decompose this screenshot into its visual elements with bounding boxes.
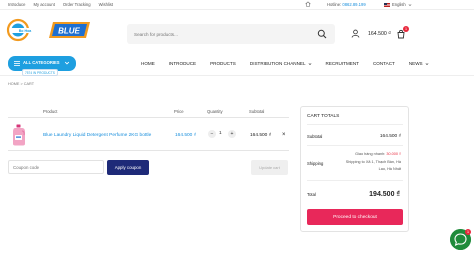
- logo-text-right: BLUE: [58, 27, 80, 36]
- table-divider: [8, 117, 289, 118]
- top-link-my-account[interactable]: My account: [33, 2, 54, 7]
- search-bar: [127, 24, 335, 44]
- top-link-order-tracking[interactable]: Order Tracking: [63, 2, 91, 7]
- nav-item-products[interactable]: PRODUCTS: [210, 61, 236, 66]
- language-selector[interactable]: English: [384, 2, 412, 7]
- hotline-number[interactable]: 0862.89.199: [342, 2, 365, 7]
- product-thumbnail[interactable]: [12, 124, 26, 146]
- table-divider: [8, 150, 289, 151]
- product-price: 164.500 ₫: [175, 133, 197, 138]
- breadcrumb-home[interactable]: HOME: [8, 82, 19, 86]
- divider: [307, 180, 403, 181]
- hotline: Hotline: 0862.89.199: [327, 2, 366, 7]
- header-cart-total[interactable]: 164.500 ₫: [368, 31, 391, 37]
- shipping-address-line-2: Lao, Hà Nhất: [378, 167, 401, 171]
- hotline-label: Hotline:: [327, 2, 342, 7]
- nav-item-distribution-channel[interactable]: DISTRIBUTION CHANNEL: [250, 61, 312, 66]
- breadcrumb: HOME > CART: [8, 82, 34, 86]
- top-bar: Introduce My account Order Tracking Wish…: [0, 0, 474, 10]
- top-links: Introduce My account Order Tracking Wish…: [8, 2, 113, 7]
- search-input[interactable]: [134, 29, 304, 39]
- col-header-quantity: Quantity: [207, 109, 223, 114]
- top-link-introduce[interactable]: Introduce: [8, 2, 25, 7]
- site-logo[interactable]: Bo Hoa BLUE: [6, 18, 92, 42]
- nav-item-label: CONTACT: [372, 61, 395, 66]
- user-icon[interactable]: [351, 29, 360, 38]
- breadcrumb-current: CART: [23, 82, 35, 86]
- update-cart-button[interactable]: Update cart: [251, 160, 288, 175]
- divider: [307, 124, 403, 125]
- nav-item-home[interactable]: HOME: [141, 61, 155, 66]
- chat-unread-badge: 1: [465, 229, 471, 235]
- breadcrumb-separator: >: [20, 82, 23, 86]
- proceed-to-checkout-button[interactable]: Proceed to checkout: [307, 209, 403, 225]
- product-name-link[interactable]: Blue Laundry Liquid Detergent Perfume 2K…: [43, 133, 151, 138]
- remove-item-button[interactable]: ×: [282, 132, 286, 138]
- coupon-code-input[interactable]: [8, 160, 104, 174]
- nav-item-label: RECRUITMENT: [325, 61, 359, 66]
- nav-item-label: INTRODUCE: [168, 61, 197, 66]
- menu-icon: [14, 61, 20, 66]
- logo-text-left: Bo Hoa: [19, 29, 33, 33]
- total-label: Total: [307, 192, 316, 197]
- language-label: English: [392, 2, 406, 7]
- main-menu: HOME INTRODUCE PRODUCTS DISTRIBUTION CHA…: [141, 61, 429, 66]
- nav-item-introduce[interactable]: INTRODUCE: [169, 61, 196, 66]
- product-subtotal: 164.500 ₫: [250, 133, 272, 138]
- cart-totals-panel: CART TOTALS Subtotal 164.500 ₫ Shipping …: [300, 106, 409, 232]
- nav-item-recruitment[interactable]: RECRUITMENT: [326, 61, 359, 66]
- col-header-price: Price: [174, 109, 184, 114]
- subtotal-value: 164.500 ₫: [379, 134, 401, 139]
- quantity-value[interactable]: 1: [219, 131, 222, 136]
- all-categories-label: ALL CATEGORIES: [23, 60, 60, 65]
- nav-item-label: HOME: [141, 61, 155, 66]
- quantity-stepper: − 1 +: [207, 129, 237, 140]
- nav-item-news[interactable]: NEWS: [409, 61, 429, 66]
- nav-item-label: DISTRIBUTION CHANNEL: [249, 61, 306, 66]
- product-count-badge: 7574 IN PRODUCTS: [22, 69, 58, 76]
- shipping-address-line-1: Shipping to Xã 1, Thạch Bàn, Hà: [345, 160, 401, 164]
- chevron-down-icon: [408, 3, 412, 6]
- shipping-label: Shipping: [307, 161, 324, 166]
- search-icon[interactable]: [317, 29, 327, 39]
- cart-totals-title: CART TOTALS: [307, 114, 340, 119]
- nav-item-contact[interactable]: CONTACT: [373, 61, 395, 66]
- cart-count-badge: 1: [403, 26, 409, 32]
- col-header-subtotal: Subtotal: [249, 109, 265, 114]
- chevron-down-icon: [308, 62, 311, 65]
- nav-item-label: NEWS: [408, 61, 423, 66]
- chevron-down-icon: [64, 61, 70, 65]
- shipping-method-label: Giao hàng nhanh:: [355, 152, 386, 156]
- subtotal-label: Subtotal: [307, 134, 323, 139]
- shipping-cost: 30.000 ₫: [386, 152, 401, 156]
- divider: [307, 145, 403, 146]
- chevron-down-icon: [425, 62, 429, 65]
- col-header-product: Product: [43, 109, 58, 114]
- total-value: 194.500 ₫: [369, 191, 400, 198]
- apply-coupon-button[interactable]: Apply coupon: [107, 160, 149, 175]
- shipping-method: Giao hàng nhanh: 30.000 ₫: [355, 152, 401, 156]
- quantity-decrease-button[interactable]: −: [208, 130, 216, 138]
- quantity-increase-button[interactable]: +: [228, 130, 236, 138]
- nav-item-label: PRODUCTS: [210, 61, 236, 66]
- top-link-wishlist[interactable]: Wishlist: [99, 2, 113, 7]
- home-icon[interactable]: [305, 1, 311, 7]
- us-flag-icon: [384, 2, 390, 7]
